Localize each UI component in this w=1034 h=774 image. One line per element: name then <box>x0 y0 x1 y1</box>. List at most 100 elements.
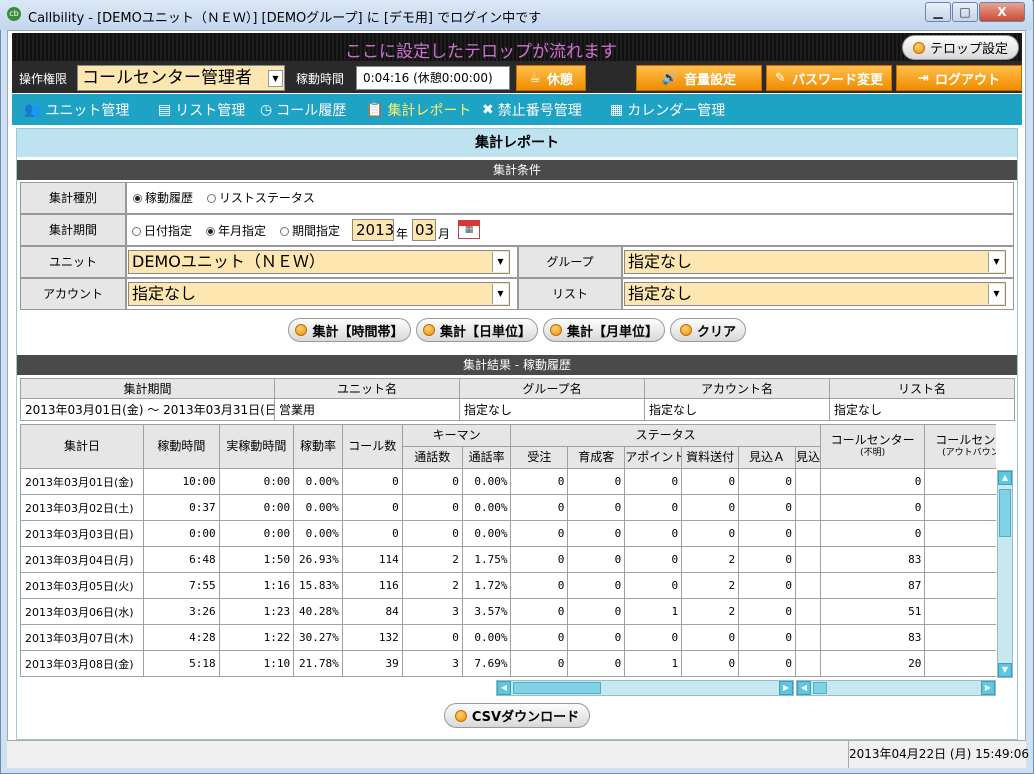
table-cell: 3.57% <box>461 598 512 625</box>
table-cell: 83 <box>819 546 926 573</box>
month-unit: 月 <box>438 227 451 241</box>
account-select[interactable]: 指定なし ▼ <box>128 282 510 306</box>
table-row: 2013年03月02日(土) 0:37 0:00 0.00% 0 0 0.00% 0 0 0 0 0 0… <box>20 494 996 521</box>
csv-download-button[interactable]: CSVダウンロード <box>444 703 590 728</box>
result-table-viewport: 集計日 稼動時間 実稼動時間 稼動率 コール数 キーマン ステータス コールセン… <box>20 424 996 678</box>
summary-header: 集計期間 <box>20 378 275 399</box>
logout-button[interactable]: ⇥ ログアウト <box>896 65 1022 91</box>
col-cc-unknown: コールセンター (不明) <box>819 424 926 469</box>
summary-header-row: 集計期間 ユニット名 グループ名 アカウント名 リスト名 <box>20 378 1015 399</box>
aggregate-day-button[interactable]: 集計【日単位】 <box>416 318 538 342</box>
table-cell: 0:00 <box>143 520 220 547</box>
scroll-thumb[interactable] <box>999 489 1011 537</box>
table-cell: 1:16 <box>218 572 295 599</box>
scroll-right-icon[interactable]: ▶ <box>779 681 793 695</box>
calendar-picker-icon[interactable]: ▦ <box>458 220 480 239</box>
table-cell: 0 <box>681 650 740 677</box>
table-cell: 7:55 <box>143 572 220 599</box>
table-cell: 0 <box>681 520 740 547</box>
scroll-up-icon[interactable]: ▲ <box>998 471 1012 485</box>
horizontal-scrollbar-cc[interactable]: ◀ ▶ <box>796 680 996 696</box>
table-cell: 0 <box>567 624 626 651</box>
list-select[interactable]: 指定なし ▼ <box>624 282 1006 306</box>
col-date: 集計日 <box>20 424 145 469</box>
radio-period-range[interactable]: 期間指定 <box>280 222 340 239</box>
list-label: リスト <box>518 278 622 310</box>
scroll-left-icon[interactable]: ◀ <box>797 681 811 695</box>
nav-blocked-numbers[interactable]: ✖ 禁止番号管理 <box>482 100 582 120</box>
table-cell: 0 <box>681 624 740 651</box>
col-work: 稼動時間 <box>143 424 220 469</box>
app-logo-icon: cb <box>7 7 21 21</box>
summary-header: ユニット名 <box>274 378 460 399</box>
scroll-down-icon[interactable]: ▼ <box>998 663 1012 677</box>
volume-settings-button[interactable]: 🔊 音量設定 <box>636 65 762 91</box>
table-cell: 0 <box>567 598 626 625</box>
col-status-3: アポイント <box>624 446 683 469</box>
col-status-5: 見込Ａ <box>738 446 796 469</box>
year-input[interactable]: 2013 <box>352 219 394 241</box>
summary-value: 指定なし <box>644 398 830 421</box>
radio-checked-icon <box>133 194 142 203</box>
break-button[interactable]: ☕ 休憩 <box>516 65 586 91</box>
radio-period-date[interactable]: 日付指定 <box>132 222 192 239</box>
table-cell: 2013年03月07日(木) <box>20 624 145 651</box>
horizontal-scrollbar-status[interactable]: ◀ ▶ <box>496 680 794 696</box>
maximize-button[interactable]: □ <box>952 2 978 22</box>
close-button[interactable]: X <box>979 2 1025 22</box>
radio-type-work[interactable]: 稼動履歴 <box>133 191 193 205</box>
ticker-text: ここに設定したテロップが流れます <box>345 42 617 62</box>
minimize-button[interactable]: ▁ <box>925 2 951 22</box>
ticker-settings-button[interactable]: テロップ設定 <box>902 35 1019 60</box>
radio-period-month[interactable]: 年月指定 <box>206 222 266 239</box>
scroll-thumb[interactable] <box>513 682 601 694</box>
coffee-icon: ☕ <box>529 70 541 86</box>
calendar-icon: ▦ <box>610 102 624 118</box>
scroll-right-icon[interactable]: ▶ <box>981 681 995 695</box>
document-icon: ▤ <box>158 102 172 118</box>
month-input[interactable]: 03 <box>412 219 436 241</box>
table-cell: 1.75% <box>461 546 512 573</box>
group-select[interactable]: 指定なし ▼ <box>624 250 1006 274</box>
table-cell: 0 <box>681 468 740 495</box>
period-label: 集計期間 <box>20 214 126 246</box>
table-cell: 0 <box>819 468 926 495</box>
table-cell: 0 <box>738 572 796 599</box>
nav-calendar[interactable]: ▦ カレンダー管理 <box>610 100 725 120</box>
table-row: 2013年03月08日(金) 5:18 1:10 21.78% 39 3 7.69% 0 0 1 0… <box>20 650 996 677</box>
table-cell: 0 <box>924 468 996 495</box>
nav-report[interactable]: 📋 集計レポート <box>366 100 471 120</box>
table-cell: 0 <box>819 520 926 547</box>
summary-header: グループ名 <box>459 378 645 399</box>
table-cell: 0 <box>341 494 403 521</box>
table-cell: 0 <box>624 546 683 573</box>
nav-unit-management[interactable]: 👥 ユニット管理 <box>24 100 129 120</box>
table-cell: 0 <box>510 494 569 521</box>
aggregate-month-button[interactable]: 集計【月単位】 <box>543 318 665 342</box>
radio-unchecked-icon <box>280 227 289 236</box>
vertical-scrollbar[interactable]: ▲ ▼ <box>997 470 1013 678</box>
table-cell: 0.00% <box>293 468 343 495</box>
aggregate-hour-button[interactable]: 集計【時間帯】 <box>288 318 411 342</box>
scroll-left-icon[interactable]: ◀ <box>497 681 511 695</box>
clear-button[interactable]: クリア <box>670 318 746 342</box>
password-change-button[interactable]: ✎ パスワード変更 <box>766 65 892 91</box>
nav-call-history[interactable]: ◷ コール履歴 <box>260 100 346 120</box>
table-cell <box>794 598 821 625</box>
chevron-down-icon: ▼ <box>988 252 1004 272</box>
table-cell: 0 <box>624 494 683 521</box>
scroll-thumb[interactable] <box>813 682 827 694</box>
table-cell: 0 <box>401 624 463 651</box>
table-cell: 0 <box>624 624 683 651</box>
table-cell: 0 <box>401 520 463 547</box>
table-cell: 0 <box>924 494 996 521</box>
table-cell: 1:23 <box>218 598 295 625</box>
nav-list-management[interactable]: ▤ リスト管理 <box>158 100 245 120</box>
table-cell: 7.69% <box>461 650 512 677</box>
role-select[interactable]: コールセンター管理者 ▼ <box>77 65 285 91</box>
unit-select[interactable]: DEMOユニット（ＮＥＷ） ▼ <box>128 250 510 274</box>
table-cell: 83 <box>819 624 926 651</box>
table-cell: 0 <box>681 494 740 521</box>
table-cell: 3 <box>401 598 463 625</box>
radio-type-liststatus[interactable]: リストステータス <box>206 191 315 205</box>
